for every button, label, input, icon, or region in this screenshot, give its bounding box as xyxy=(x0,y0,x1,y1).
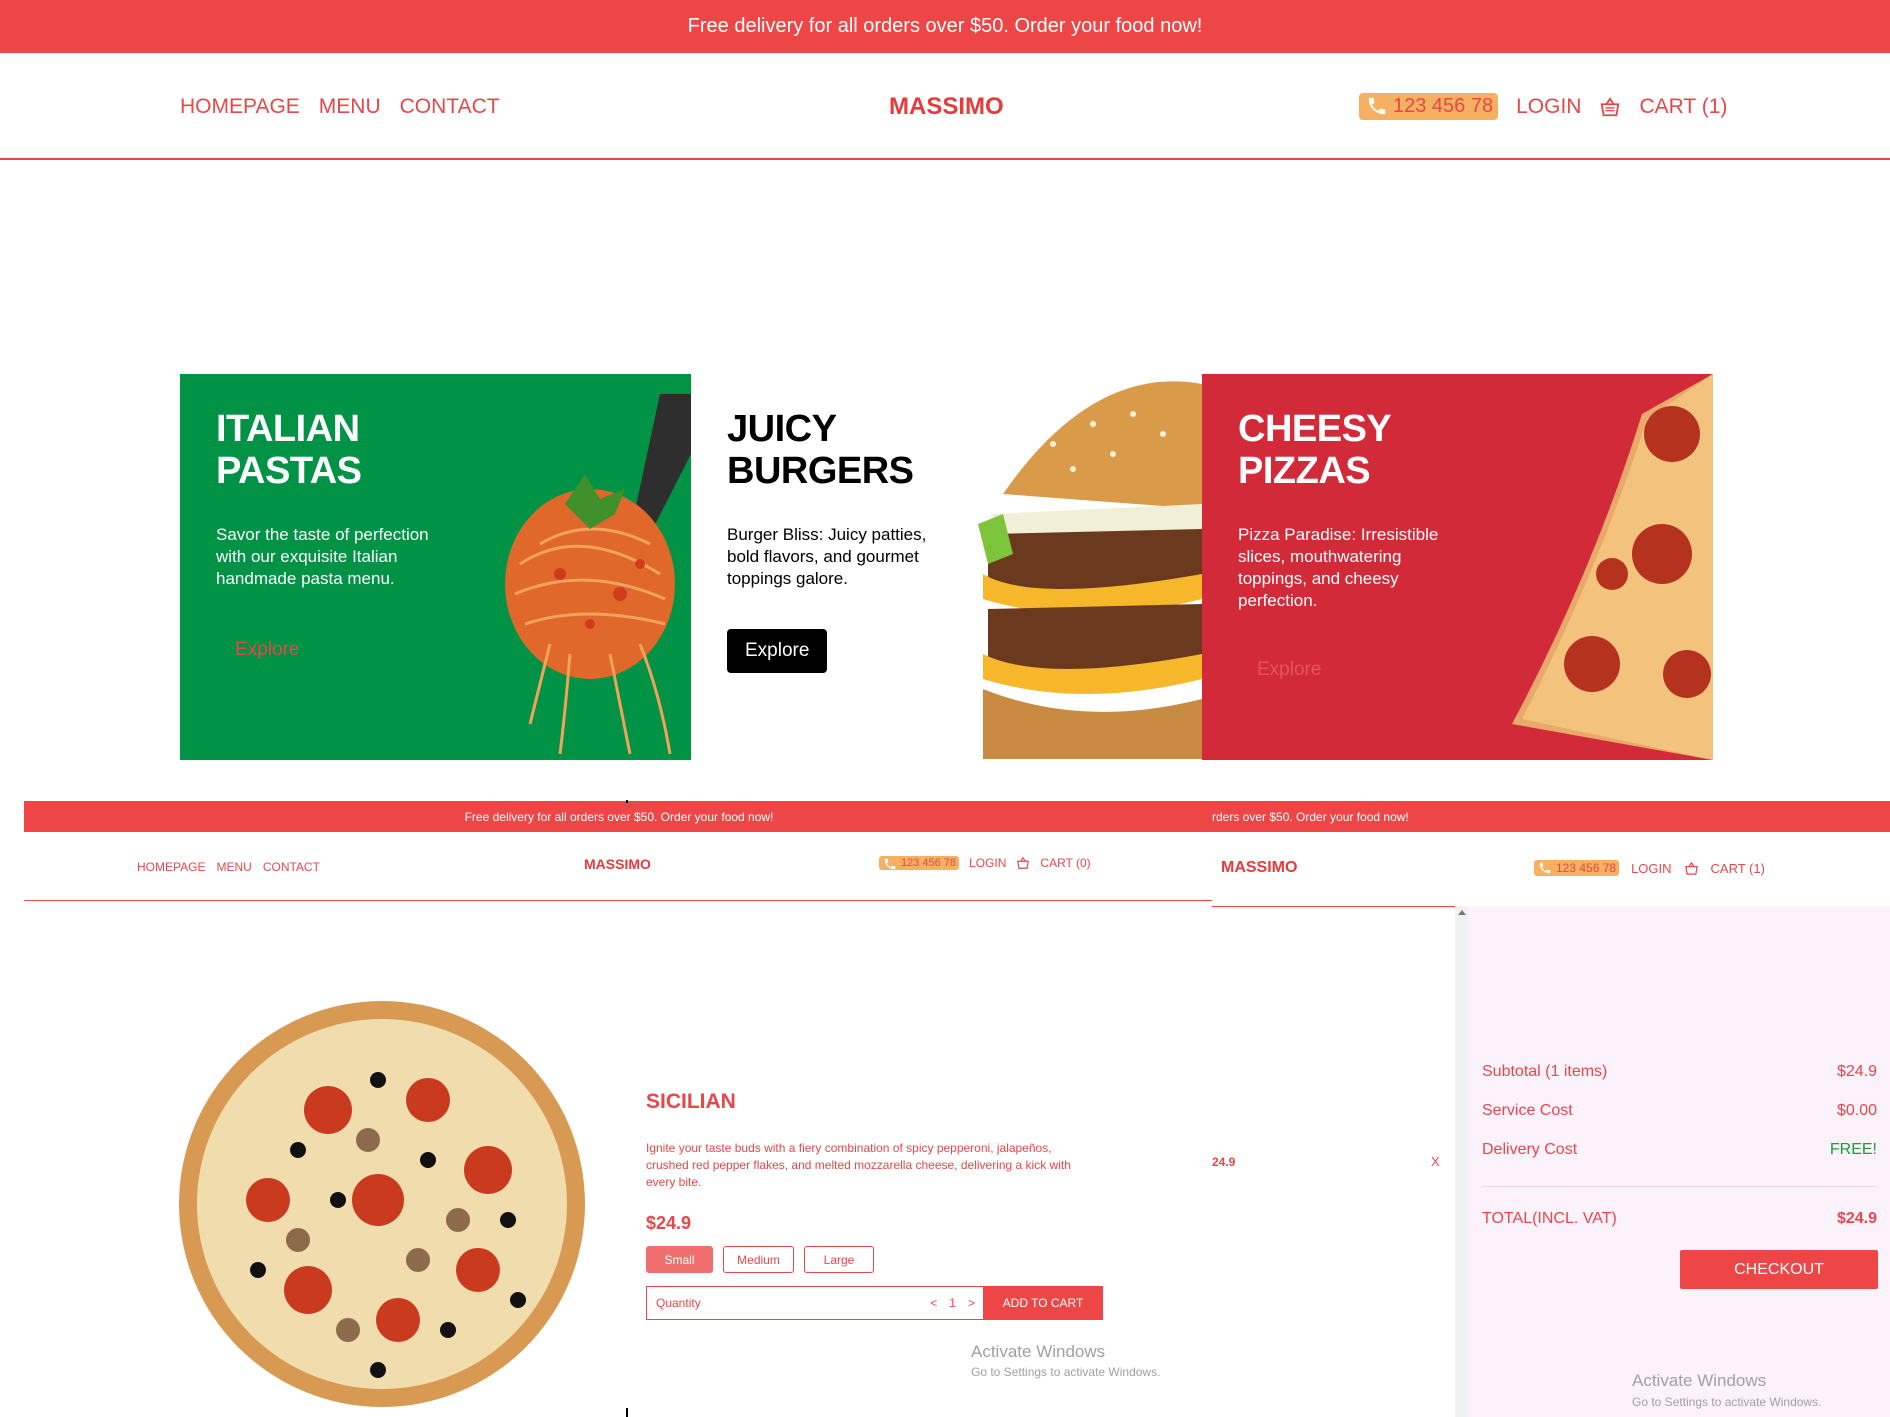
phone-number[interactable]: 123 456 78 xyxy=(879,856,960,870)
cart-logo[interactable]: MASSIMO xyxy=(1221,859,1297,877)
quantity-row: Quantity < 1 > ADD TO CART xyxy=(646,1286,1103,1320)
remove-item-button[interactable]: X xyxy=(1431,1154,1440,1169)
main-nav: HOMEPAGE MENU CONTACT xyxy=(180,95,500,119)
cart-link[interactable]: CART (1) xyxy=(1711,861,1765,876)
phone-text: 123 456 78 xyxy=(1393,95,1494,117)
windows-watermark-title: Activate Windows xyxy=(1632,1371,1767,1390)
cart-promo-text: rders over $50. Order your food now! xyxy=(1212,810,1409,824)
windows-watermark-title: Activate Windows xyxy=(971,1342,1106,1361)
hero-title-pastas: ITALIAN PASTAS xyxy=(216,408,362,492)
pizza-slice-image xyxy=(1512,374,1713,760)
add-to-cart-button[interactable]: ADD TO CART xyxy=(983,1286,1103,1320)
main-header: HOMEPAGE MENU CONTACT MASSIMO 123 456 78… xyxy=(0,53,1890,160)
product-name: SICILIAN xyxy=(646,1090,736,1113)
explore-burgers-button[interactable]: Explore xyxy=(727,629,828,673)
scrollbar[interactable] xyxy=(1455,906,1468,1417)
nav-homepage[interactable]: HOMEPAGE xyxy=(137,860,205,874)
promo-text: Free delivery for all orders over $50. O… xyxy=(687,15,1203,37)
product-promo-banner: Free delivery for all orders over $50. O… xyxy=(24,801,1214,832)
phone-icon xyxy=(884,858,896,870)
size-medium-button[interactable]: Medium xyxy=(723,1246,794,1273)
explore-pastas-button[interactable]: Explore xyxy=(235,639,299,661)
sicilian-pizza-image xyxy=(179,1001,585,1407)
size-selector: Small Medium Large xyxy=(646,1246,874,1273)
promo-banner: Free delivery for all orders over $50. O… xyxy=(0,0,1890,53)
windows-watermark-sub: Go to Settings to activate Windows. xyxy=(1632,1395,1822,1409)
total-value: $24.9 xyxy=(1836,1210,1877,1227)
quantity-value[interactable]: 1 xyxy=(949,1296,956,1310)
login-link[interactable]: LOGIN xyxy=(1516,95,1581,119)
phone-icon xyxy=(1368,97,1386,115)
nav-menu[interactable]: MENU xyxy=(216,860,251,874)
hero-title-burgers: JUICY BURGERS xyxy=(727,408,914,492)
phone-text: 123 456 78 xyxy=(901,857,957,869)
phone-number[interactable]: 123 456 78 xyxy=(1359,93,1499,120)
explore-pizzas-button[interactable]: Explore xyxy=(1257,659,1321,681)
delivery-cost-label: Delivery Cost xyxy=(1482,1141,1578,1158)
subtotal-label: Subtotal (1 items) xyxy=(1482,1063,1608,1080)
cart-link[interactable]: CART (1) xyxy=(1639,95,1727,119)
hero-text-pastas: Savor the taste of perfection with our e… xyxy=(216,525,429,588)
total-label: TOTAL(INCL. VAT) xyxy=(1482,1210,1617,1227)
service-cost-label: Service Cost xyxy=(1482,1102,1573,1119)
product-price: $24.9 xyxy=(646,1213,692,1233)
logo[interactable]: MASSIMO xyxy=(889,93,1004,121)
nav-menu[interactable]: MENU xyxy=(319,95,381,119)
product-nav: HOMEPAGE MENU CONTACT xyxy=(137,860,320,874)
basket-icon[interactable] xyxy=(1684,861,1699,876)
cart-header: MASSIMO 123 456 78 LOGIN CART (1) xyxy=(1212,832,1890,907)
nav-homepage[interactable]: HOMEPAGE xyxy=(180,95,300,119)
hero-text-pizzas: Pizza Paradise: Irresistible slices, mou… xyxy=(1238,525,1439,610)
delivery-cost-value: FREE! xyxy=(1829,1141,1877,1158)
phone-text: 123 456 78 xyxy=(1556,861,1617,875)
nav-contact[interactable]: CONTACT xyxy=(400,95,500,119)
service-cost-value: $0.00 xyxy=(1836,1102,1877,1119)
cart-header-actions: 123 456 78 LOGIN CART (1) xyxy=(1534,860,1765,876)
subtotal-value: $24.9 xyxy=(1836,1063,1877,1080)
summary-divider xyxy=(1482,1186,1877,1187)
cart-promo-banner: rders over $50. Order your food now! xyxy=(1212,801,1890,832)
burger-image xyxy=(978,381,1202,759)
basket-icon[interactable] xyxy=(1016,856,1030,870)
product-header: HOMEPAGE MENU CONTACT MASSIMO 123 456 78… xyxy=(24,832,1214,901)
quantity-increment[interactable]: > xyxy=(968,1296,975,1310)
cart-link[interactable]: CART (0) xyxy=(1040,856,1090,870)
product-header-actions: 123 456 78 LOGIN CART (0) xyxy=(879,856,1091,870)
checkout-button[interactable]: CHECKOUT xyxy=(1680,1250,1878,1289)
divider-mark xyxy=(626,800,628,803)
pasta-image xyxy=(505,394,691,755)
windows-watermark-sub: Go to Settings to activate Windows. xyxy=(971,1365,1161,1379)
size-small-button[interactable]: Small xyxy=(646,1246,713,1273)
phone-number[interactable]: 123 456 78 xyxy=(1534,860,1620,876)
cart-item-price: 24.9 xyxy=(1212,1155,1236,1169)
product-promo-text: Free delivery for all orders over $50. O… xyxy=(464,809,774,824)
product-description: Ignite your taste buds with a fiery comb… xyxy=(646,1141,1071,1189)
login-link[interactable]: LOGIN xyxy=(1631,861,1671,876)
hero-title-pizzas: CHEESY PIZZAS xyxy=(1238,408,1391,492)
basket-icon[interactable] xyxy=(1599,96,1621,118)
scroll-up-icon[interactable] xyxy=(1457,910,1466,915)
quantity-label: Quantity xyxy=(656,1296,701,1310)
divider-mark xyxy=(626,1408,628,1417)
hero-card-burgers: JUICY BURGERS Burger Bliss: Juicy pattie… xyxy=(691,374,1202,760)
hero-card-pizzas: CHEESY PIZZAS Pizza Paradise: Irresistib… xyxy=(1202,374,1713,760)
nav-contact[interactable]: CONTACT xyxy=(263,860,320,874)
phone-icon xyxy=(1539,862,1551,874)
cart-summary-panel: Subtotal (1 items) $24.9 Service Cost $0… xyxy=(1468,906,1890,1417)
login-link[interactable]: LOGIN xyxy=(969,856,1006,870)
quantity-decrement[interactable]: < xyxy=(930,1296,937,1310)
size-large-button[interactable]: Large xyxy=(804,1246,874,1273)
hero-card-pastas: ITALIAN PASTAS Savor the taste of perfec… xyxy=(180,374,691,760)
hero-text-burgers: Burger Bliss: Juicy patties, bold flavor… xyxy=(727,525,927,588)
product-logo[interactable]: MASSIMO xyxy=(584,856,651,872)
header-actions: 123 456 78 LOGIN CART (1) xyxy=(1359,93,1727,120)
